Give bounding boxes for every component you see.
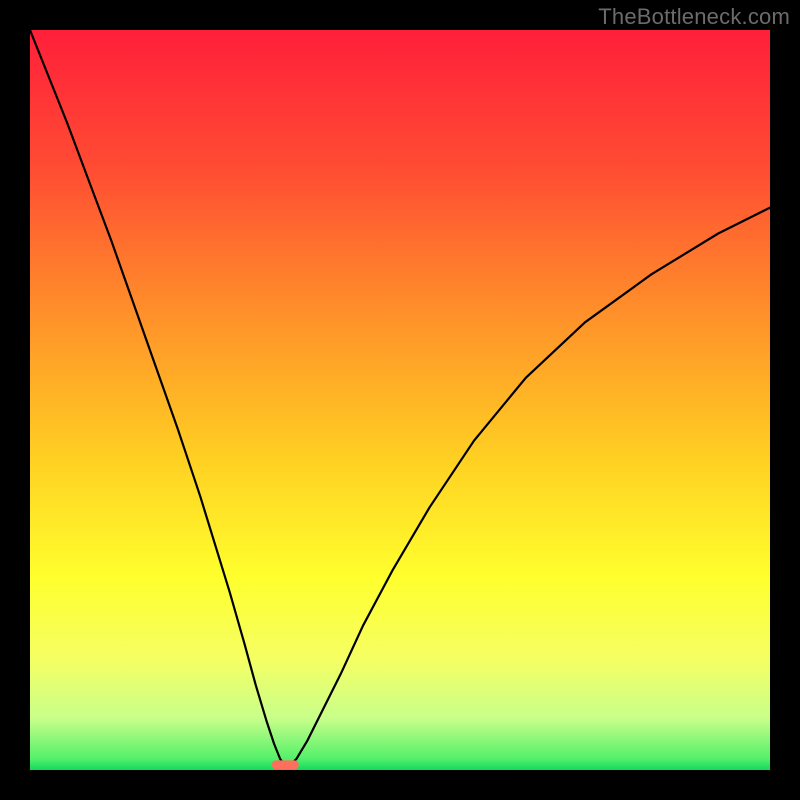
watermark-text: TheBottleneck.com bbox=[598, 4, 790, 30]
chart-svg bbox=[30, 30, 770, 770]
optimal-marker bbox=[272, 760, 299, 769]
plot-area bbox=[30, 30, 770, 770]
chart-frame: TheBottleneck.com bbox=[0, 0, 800, 800]
gradient-background bbox=[30, 30, 770, 770]
